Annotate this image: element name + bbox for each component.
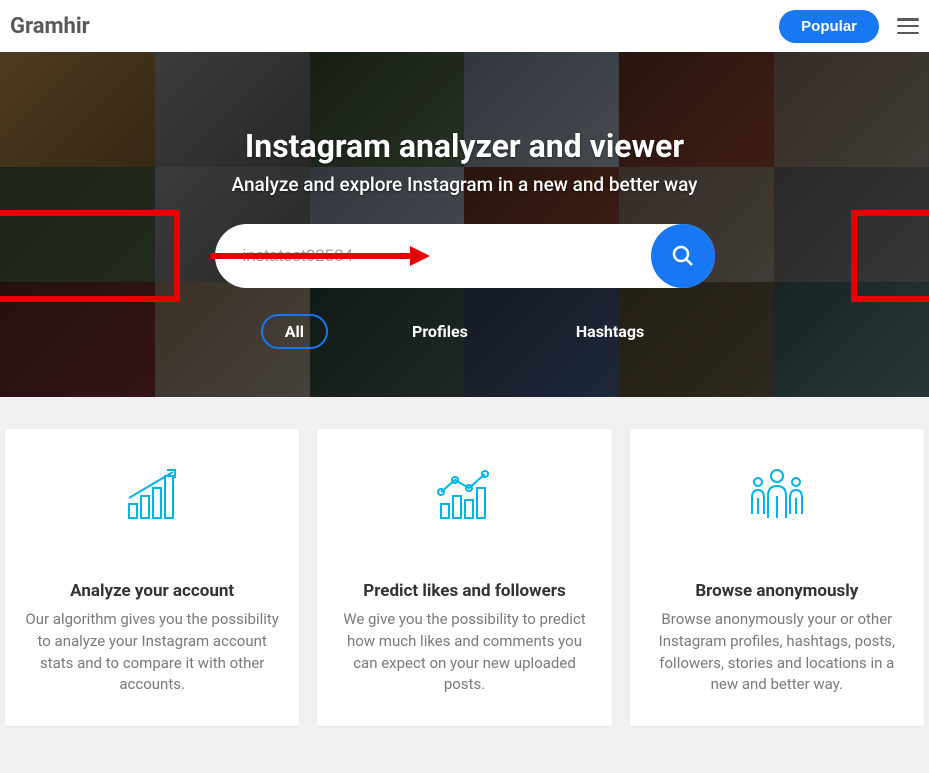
feature-cards: Analyze your account Our algorithm gives… (0, 397, 929, 746)
card-text: We give you the possibility to predict h… (337, 609, 591, 696)
header-right: Popular (779, 10, 919, 43)
filter-hashtags[interactable]: Hashtags (552, 314, 668, 349)
chart-predict-icon (337, 465, 591, 525)
annotation-box-button (851, 210, 929, 302)
search-button[interactable] (651, 224, 715, 288)
search-input[interactable] (243, 246, 651, 266)
menu-icon[interactable] (897, 18, 919, 34)
filter-profiles[interactable]: Profiles (388, 314, 492, 349)
hero-title: Instagram analyzer and viewer (0, 127, 929, 165)
chart-growth-icon (25, 465, 279, 525)
card-title: Predict likes and followers (337, 581, 591, 601)
search-bar (0, 224, 929, 288)
card-browse: Browse anonymously Browse anonymously yo… (630, 429, 924, 726)
annotation-box-input (0, 210, 180, 302)
card-text: Browse anonymously your or other Instagr… (650, 609, 904, 696)
header: Gramhir Popular (0, 0, 929, 52)
card-title: Analyze your account (25, 581, 279, 601)
popular-button[interactable]: Popular (779, 10, 879, 43)
filter-tabs: All Profiles Hashtags (0, 314, 929, 349)
filter-all[interactable]: All (261, 314, 328, 349)
people-icon (650, 465, 904, 525)
card-predict: Predict likes and followers We give you … (317, 429, 611, 726)
card-title: Browse anonymously (650, 581, 904, 601)
card-text: Our algorithm gives you the possibility … (25, 609, 279, 696)
card-analyze: Analyze your account Our algorithm gives… (5, 429, 299, 726)
logo[interactable]: Gramhir (10, 14, 90, 39)
hero-subtitle: Analyze and explore Instagram in a new a… (0, 173, 929, 196)
search-icon (671, 244, 695, 268)
hero: Instagram analyzer and viewer Analyze an… (0, 52, 929, 397)
